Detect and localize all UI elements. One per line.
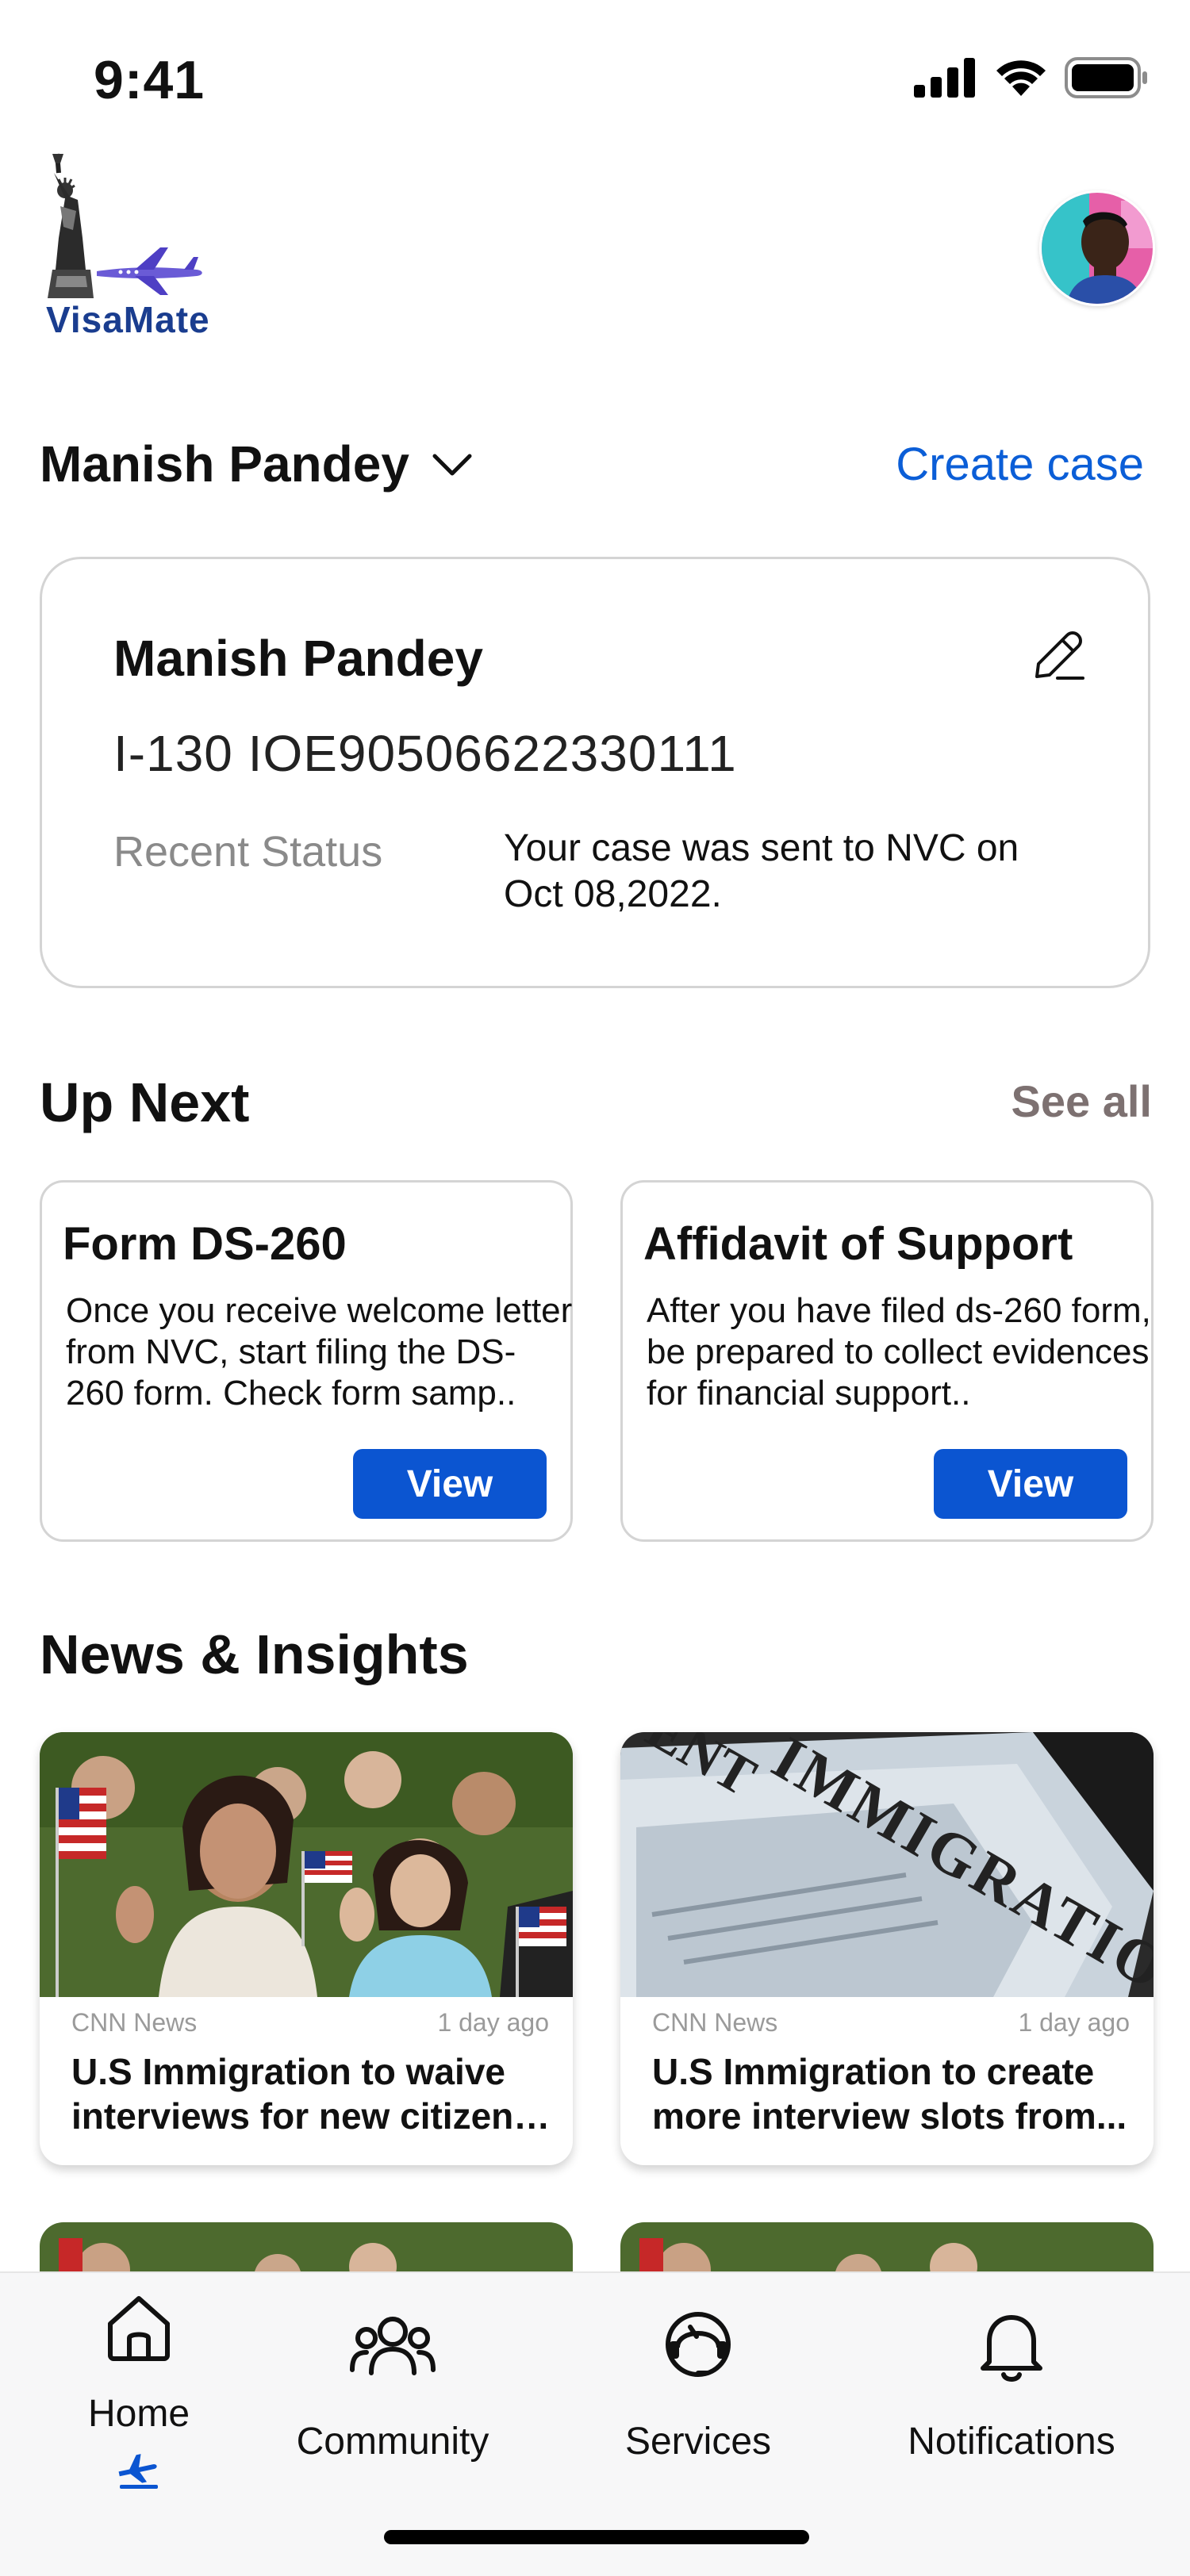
airplane-active-indicator-icon (118, 2454, 158, 2489)
news-headline-line: U.S Immigration to waive (71, 2051, 505, 2092)
news-source: CNN News (652, 2008, 778, 2037)
home-indicator[interactable] (384, 2530, 809, 2544)
news-card[interactable]: CNN News 1 day ago U.S Immigration to wa… (40, 1732, 573, 2165)
news-card[interactable]: IMMIGRATION ENT CNN News 1 day ago U.S I… (620, 1732, 1154, 2165)
view-button[interactable]: View (934, 1449, 1127, 1519)
news-headline-line: more interview slots from... (652, 2095, 1127, 2137)
task-card-description: After you have filed ds-260 form, be pre… (647, 1291, 1151, 1413)
news-title: News & Insights (40, 1623, 469, 1685)
up-next-title: Up Next (40, 1071, 250, 1133)
task-card-description: Once you receive welcome letter from NVC… (66, 1291, 573, 1413)
app-logo: VisaMate (41, 151, 224, 341)
tab-services[interactable]: Services (611, 2273, 785, 2511)
logo-text-visa: VisaMate (46, 299, 210, 340)
case-card[interactable]: Manish Pandey I-130 IOE90506622330111 Re… (40, 557, 1150, 988)
task-card-title: Affidavit of Support (643, 1218, 1073, 1270)
tab-label: Services (624, 2421, 772, 2463)
logo-text: VisaMate (46, 298, 210, 341)
status-time: 9:41 (94, 50, 205, 110)
news-image-citizens (40, 1732, 573, 1997)
case-card-name: Manish Pandey (113, 630, 483, 687)
status-icons (914, 57, 1149, 98)
create-case-link[interactable]: Create case (896, 438, 1144, 491)
tab-label: Community (296, 2421, 489, 2463)
wifi-icon (996, 60, 1046, 96)
task-card-ds260[interactable]: Form DS-260 Once you receive welcome let… (40, 1180, 573, 1542)
services-icon (666, 2312, 731, 2377)
avatar[interactable] (1039, 190, 1155, 306)
statue-of-liberty-icon (48, 153, 202, 298)
news-source: CNN News (71, 2008, 198, 2037)
news-time: 1 day ago (437, 2008, 549, 2037)
home-icon (108, 2296, 170, 2361)
case-selector-dropdown[interactable]: Manish Pandey (40, 435, 474, 493)
tab-label: Home (87, 2393, 190, 2435)
news-headline: U.S Immigration to create more interview… (652, 2049, 1144, 2138)
cellular-signal-icon (914, 58, 975, 98)
news-headline: U.S Immigration to waive interviews for … (71, 2049, 563, 2138)
community-icon (350, 2317, 436, 2375)
user-avatar-image (1042, 193, 1153, 304)
edit-pencil-icon[interactable] (1026, 624, 1089, 688)
see-all-link[interactable]: See all (1012, 1075, 1152, 1127)
recent-status-text: Your case was sent to NVC on Oct 08,2022… (504, 827, 1019, 915)
status-bar: 9:41 (0, 0, 1190, 151)
battery-icon (1065, 57, 1147, 98)
tab-community[interactable]: Community (286, 2273, 500, 2511)
tab-home[interactable]: Home (48, 2273, 230, 2511)
task-card-affidavit[interactable]: Affidavit of Support After you have file… (620, 1180, 1154, 1542)
recent-status-label: Recent Status (113, 828, 383, 876)
tab-label: Notifications (908, 2421, 1115, 2463)
case-selector-name: Manish Pandey (40, 435, 409, 493)
news-headline-line: interviews for new citizens... (71, 2095, 563, 2137)
bell-icon (981, 2315, 1042, 2382)
task-card-title: Form DS-260 (63, 1218, 347, 1270)
news-time: 1 day ago (1018, 2008, 1130, 2037)
view-button[interactable]: View (353, 1449, 547, 1519)
tab-notifications[interactable]: Notifications (881, 2273, 1142, 2511)
news-image-immigration-document: IMMIGRATION ENT (620, 1732, 1154, 1997)
chevron-down-icon (432, 454, 472, 476)
case-number: I-130 IOE90506622330111 (113, 725, 737, 782)
news-headline-line: U.S Immigration to create (652, 2051, 1095, 2092)
